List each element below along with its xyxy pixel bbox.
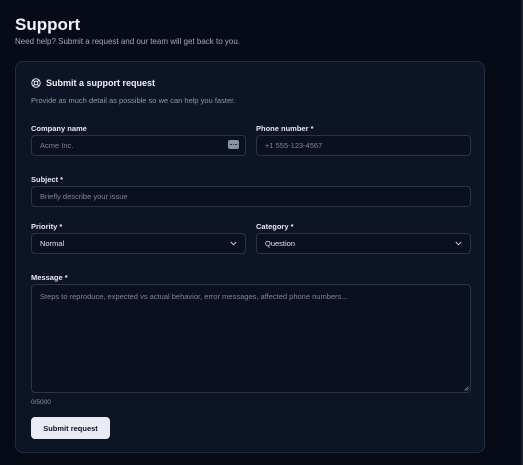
autofill-icon[interactable] (228, 140, 239, 149)
company-name-input[interactable] (31, 135, 246, 156)
card-description: Provide as much detail as possible so we… (31, 96, 236, 105)
resize-handle-icon[interactable] (464, 386, 469, 391)
chevron-down-icon (455, 241, 462, 246)
priority-label: Priority * (31, 222, 63, 231)
page-subtitle: Need help? Submit a request and our team… (15, 37, 241, 46)
submit-request-button[interactable]: Submit request (31, 417, 110, 439)
lifebuoy-icon (31, 78, 41, 88)
priority-select[interactable]: Normal (31, 233, 246, 254)
company-name-label: Company name (31, 124, 87, 133)
category-selected-value: Question (265, 239, 296, 248)
support-page: Support Need help? Submit a request and … (0, 0, 523, 465)
company-name-wrapper (31, 135, 246, 156)
card-title: Submit a support request (46, 78, 156, 88)
character-counter: 0/5000 (31, 399, 51, 406)
subject-input[interactable] (31, 186, 471, 207)
priority-selected-value: Normal (40, 239, 65, 248)
phone-number-input[interactable] (256, 135, 471, 156)
card-header: Submit a support request (31, 78, 155, 88)
phone-number-label: Phone number * (256, 124, 314, 133)
category-label: Category * (256, 222, 294, 231)
subject-label: Subject * (31, 175, 64, 184)
chevron-down-icon (230, 241, 237, 246)
message-textarea[interactable] (31, 284, 471, 393)
support-request-card: Submit a support request Provide as much… (15, 61, 485, 453)
message-label: Message * (31, 273, 68, 282)
page-title: Support (15, 15, 81, 34)
category-select[interactable]: Question (256, 233, 471, 254)
